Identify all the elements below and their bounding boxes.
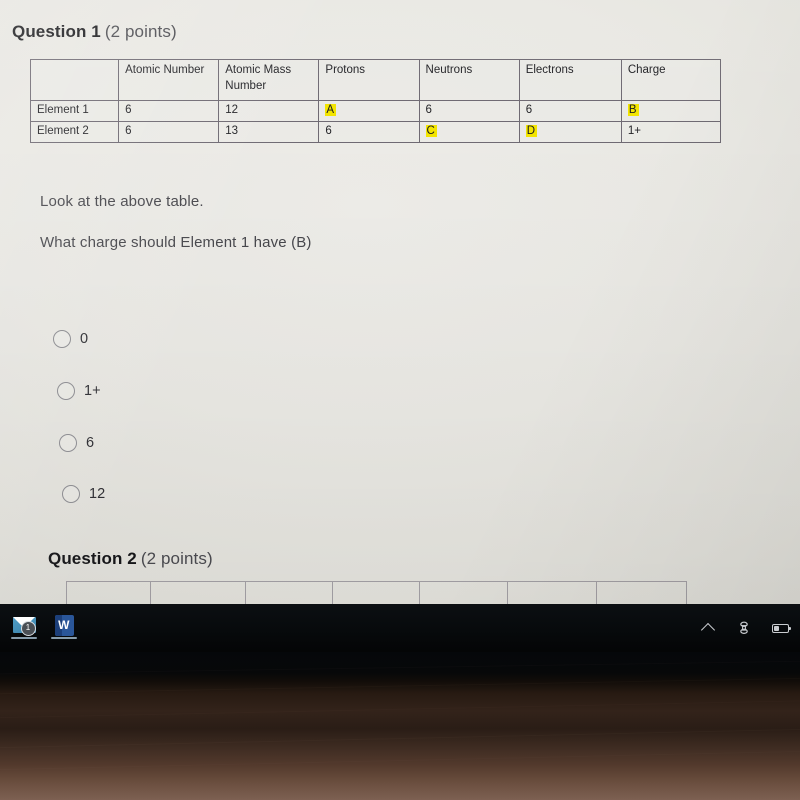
radio-button-icon[interactable] xyxy=(57,382,75,400)
cell-element-2-atomic-mass-number: 13 xyxy=(218,120,320,143)
elements-table: Atomic Number Atomic Mass Number Protons… xyxy=(29,59,722,143)
question-1-points: (2 points) xyxy=(104,22,177,41)
answer-option-label: 12 xyxy=(89,486,106,502)
table-header-protons: Protons xyxy=(318,59,420,101)
windows-taskbar: 1 W xyxy=(0,604,800,652)
monitor-bezel-and-desk xyxy=(0,652,800,800)
question-2-label: Question 2 xyxy=(48,549,137,568)
monitor-screen: Question 1 (2 points) Atomic Number Atom… xyxy=(0,0,800,604)
taskbar-running-indicator xyxy=(51,637,77,639)
answer-option-label: 0 xyxy=(80,331,89,347)
answer-option-2[interactable]: 6 xyxy=(59,434,94,452)
cell-element-1-atomic-mass-number: 12 xyxy=(218,100,320,122)
radio-button-icon[interactable] xyxy=(62,485,80,503)
table-header-neutrons: Neutrons xyxy=(418,59,520,101)
word-icon: W xyxy=(54,614,74,636)
question-1-label: Question 1 xyxy=(12,22,101,41)
cell-element-1-protons: A xyxy=(318,100,420,122)
highlight-b: B xyxy=(627,104,639,116)
table-divider xyxy=(332,582,333,604)
bezel-edge xyxy=(0,728,800,749)
highlight-a: A xyxy=(325,104,337,116)
table-row: Element 2 6 13 6 C D 1+ xyxy=(29,120,722,143)
table-header-charge: Charge xyxy=(620,59,722,101)
taskbar-running-indicator xyxy=(11,637,37,639)
cell-element-2-charge: 1+ xyxy=(620,120,722,143)
cell-element-1-neutrons: 6 xyxy=(418,100,520,122)
table-header-corner xyxy=(29,59,120,101)
answer-option-label: 1+ xyxy=(84,383,101,399)
quiz-document: Question 1 (2 points) Atomic Number Atom… xyxy=(0,0,800,604)
mail-badge-count: 1 xyxy=(20,621,36,636)
taskbar-app-buttons: 1 W xyxy=(4,604,84,652)
prompt-line-1: Look at the above table. xyxy=(40,193,204,210)
bezel-edge xyxy=(0,750,800,771)
table-header-row: Atomic Number Atomic Mass Number Protons… xyxy=(29,59,722,101)
table-header-atomic-number: Atomic Number xyxy=(118,59,220,101)
table-divider xyxy=(596,582,597,604)
answer-option-label: 6 xyxy=(86,435,95,451)
battery-icon[interactable] xyxy=(770,618,791,638)
prompt-line-2: What charge should Element 1 have (B) xyxy=(40,234,312,251)
question-2-heading: Question 2 (2 points) xyxy=(48,549,213,569)
table-header-atomic-mass-number: Atomic Mass Number xyxy=(218,59,320,101)
taskbar-item-word[interactable]: W xyxy=(44,605,84,645)
taskbar-item-mail[interactable]: 1 xyxy=(4,605,44,645)
answer-option-0[interactable]: 0 xyxy=(53,330,88,348)
cell-element-1-atomic-number: 6 xyxy=(118,100,220,122)
bezel-edge xyxy=(0,699,800,719)
cell-element-2-neutrons: C xyxy=(418,120,520,143)
mail-icon: 1 xyxy=(12,617,36,636)
screenshot-root: Question 1 (2 points) Atomic Number Atom… xyxy=(0,0,800,800)
question-2-table-partial xyxy=(66,581,687,604)
bezel-edge xyxy=(0,660,800,675)
question-2-points: (2 points) xyxy=(140,549,213,568)
cell-element-2-atomic-number: 6 xyxy=(118,120,220,143)
table-divider xyxy=(150,582,151,604)
bezel-edge xyxy=(0,677,800,695)
word-icon-letter: W xyxy=(58,617,70,632)
table-header: Atomic Number Atomic Mass Number Protons… xyxy=(29,59,722,101)
cell-element-2-label: Element 2 xyxy=(29,120,120,143)
table-row: Element 1 6 12 A 6 6 B xyxy=(29,100,722,122)
system-tray xyxy=(698,604,791,652)
cell-element-1-label: Element 1 xyxy=(29,100,120,122)
radio-button-icon[interactable] xyxy=(59,434,77,452)
highlight-c: C xyxy=(425,124,437,137)
radio-button-icon[interactable] xyxy=(53,330,71,348)
table-body: Element 1 6 12 A 6 6 B Element 2 6 13 6 … xyxy=(29,100,722,143)
table-divider xyxy=(507,582,508,604)
table-divider xyxy=(419,582,420,604)
cell-element-1-electrons: 6 xyxy=(518,100,622,122)
cell-element-1-charge: B xyxy=(620,100,722,122)
table-header-electrons: Electrons xyxy=(518,59,622,101)
answer-option-1[interactable]: 1+ xyxy=(57,382,101,400)
question-1-heading: Question 1 (2 points) xyxy=(12,22,177,42)
answer-option-3[interactable]: 12 xyxy=(62,485,105,503)
network-icon[interactable] xyxy=(734,618,754,638)
chevron-up-icon[interactable] xyxy=(698,618,718,638)
cell-element-2-electrons: D xyxy=(518,120,622,143)
highlight-d: D xyxy=(525,124,537,137)
table-divider xyxy=(245,582,246,604)
cell-element-2-protons: 6 xyxy=(318,120,420,143)
